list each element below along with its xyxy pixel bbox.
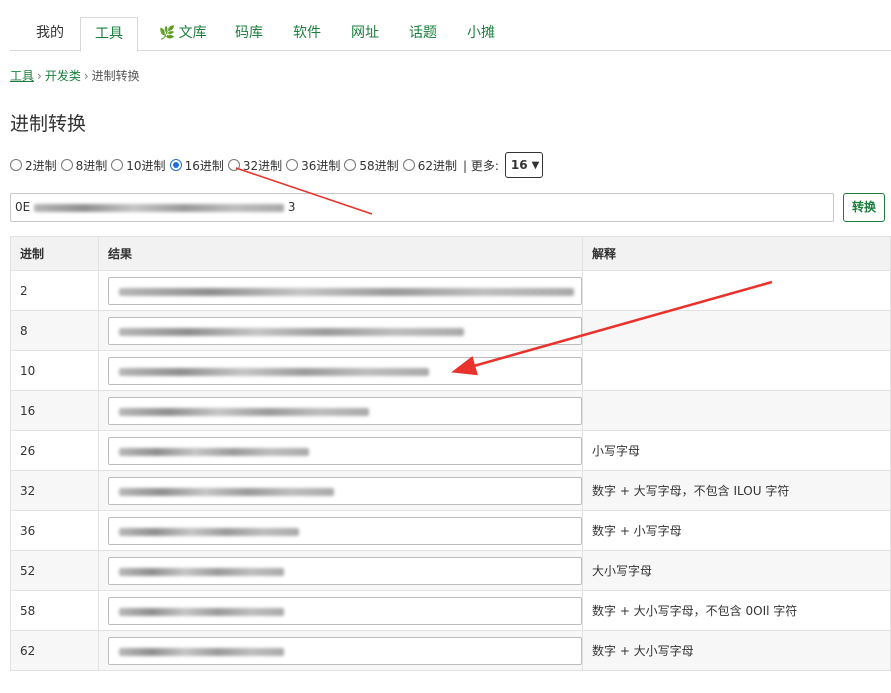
arrow-icon bbox=[451, 280, 773, 376]
annotation-line bbox=[235, 167, 373, 215]
annotation-arrows bbox=[235, 167, 773, 376]
